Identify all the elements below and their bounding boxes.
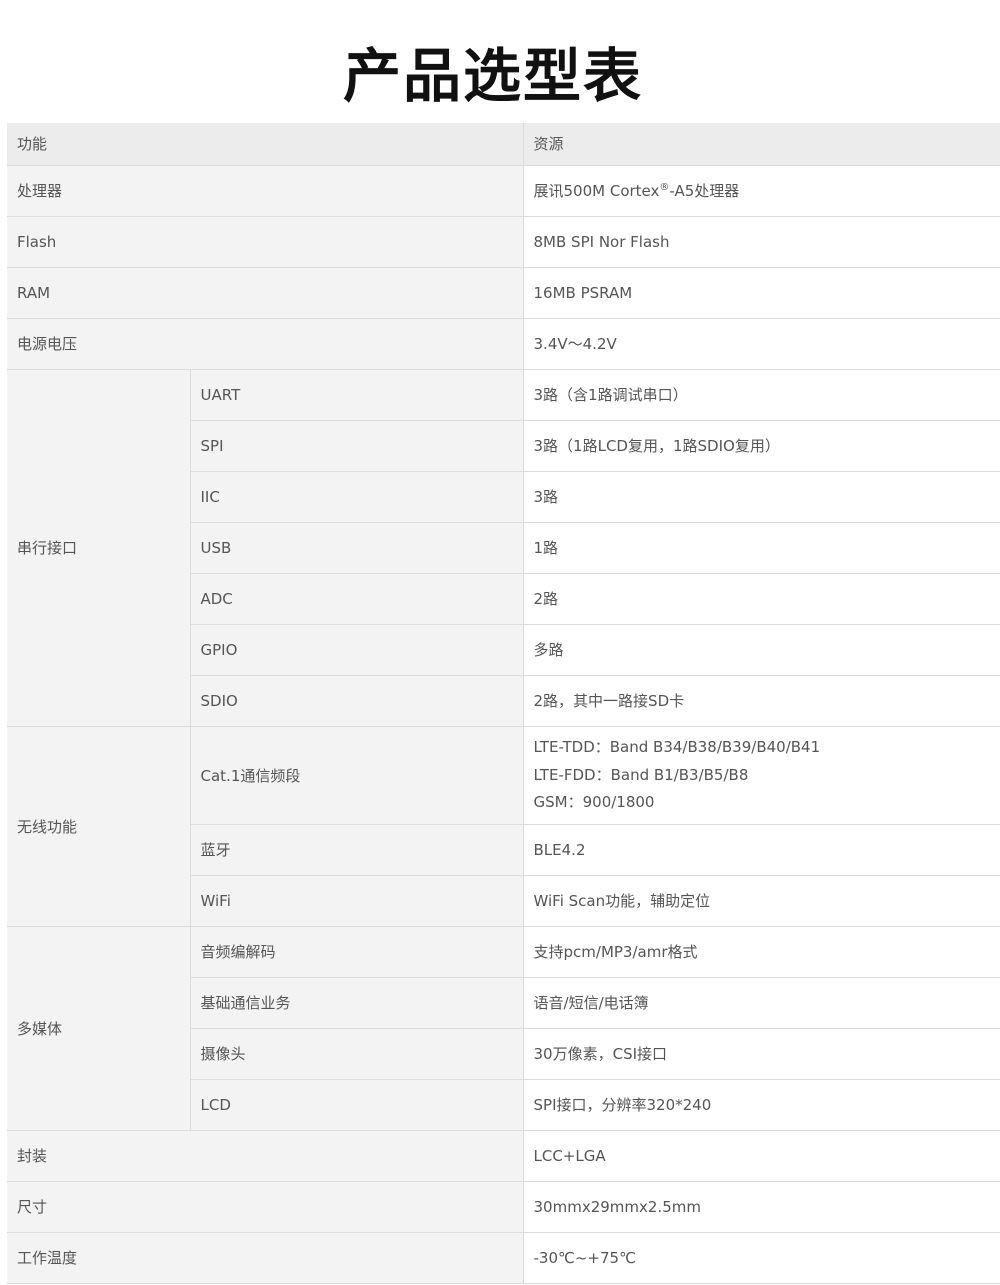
sub-value-iic: 3路 (523, 471, 1000, 523)
row-label-voltage: 电源电压 (7, 318, 524, 370)
group-label-multimedia: 多媒体 (7, 926, 191, 1131)
sub-label-sdio: SDIO (190, 675, 524, 727)
table-row: 串行接口 UART 3路（含1路调试串口） (7, 369, 1000, 727)
table-row: 电源电压 3.4V～4.2V (7, 318, 1000, 370)
sub-label-adc: ADC (190, 573, 524, 625)
row-label-package: 封装 (7, 1130, 524, 1182)
table-header-row: 功能 资源 (7, 123, 1000, 166)
sub-label-usb: USB (190, 522, 524, 574)
sub-label-wifi: WiFi (190, 875, 524, 927)
header-function: 功能 (7, 123, 524, 166)
sub-label-camera: 摄像头 (190, 1028, 524, 1080)
row-value-package: LCC+LGA (523, 1130, 1000, 1182)
sub-label-spi: SPI (190, 420, 524, 472)
row-label-ram: RAM (7, 267, 524, 319)
sub-label-audio: 音频编解码 (190, 926, 524, 978)
sub-value-spi: 3路（1路LCD复用，1路SDIO复用） (523, 420, 1000, 472)
sub-value-audio: 支持pcm/MP3/amr格式 (523, 926, 1000, 978)
sub-label-comm: 基础通信业务 (190, 977, 524, 1029)
row-value-temp: -30℃~+75℃ (523, 1232, 1000, 1284)
sub-value-sdio: 2路，其中一路接SD卡 (523, 675, 1000, 727)
table-row: RAM 16MB PSRAM (7, 267, 1000, 319)
row-value-cpu: 展讯500M Cortex®-A5处理器 (523, 165, 1000, 217)
sub-label-cat1: Cat.1通信频段 (190, 726, 524, 825)
row-value-ram: 16MB PSRAM (523, 267, 1000, 319)
table-row: 工作温度 -30℃~+75℃ (7, 1232, 1000, 1284)
cpu-value-sup: ® (659, 182, 670, 193)
row-value-flash: 8MB SPI Nor Flash (523, 216, 1000, 268)
cpu-value-text: 展讯500M Cortex (533, 182, 660, 200)
cat1-line: GSM：900/1800 (533, 793, 655, 812)
sub-value-comm: 语音/短信/电话簿 (523, 977, 1000, 1029)
sub-value-gpio: 多路 (523, 624, 1000, 676)
table-row: 尺寸 30mmx29mmx2.5mm (7, 1181, 1000, 1233)
cat1-line: LTE-TDD：Band B34/B38/B39/B40/B41 (533, 738, 821, 757)
sub-value-camera: 30万像素，CSI接口 (523, 1028, 1000, 1080)
sub-value-uart: 3路（含1路调试串口） (523, 369, 1000, 421)
cat1-line: LTE-FDD：Band B1/B3/B5/B8 (533, 765, 749, 784)
row-label-flash: Flash (7, 216, 524, 268)
cpu-value-suffix: -A5处理器 (669, 182, 740, 200)
row-label-cpu: 处理器 (7, 165, 524, 217)
row-value-size: 30mmx29mmx2.5mm (523, 1181, 1000, 1233)
row-label-temp: 工作温度 (7, 1232, 524, 1284)
sub-label-bluetooth: 蓝牙 (190, 824, 524, 876)
spec-table: 功能 资源 处理器 展讯500M Cortex®-A5处理器 Flash 8MB… (7, 123, 1000, 1284)
row-value-voltage: 3.4V～4.2V (523, 318, 1000, 370)
header-resource: 资源 (523, 123, 1000, 166)
sub-label-iic: IIC (190, 471, 524, 523)
table-row: 封装 LCC+LGA (7, 1130, 1000, 1182)
row-label-size: 尺寸 (7, 1181, 524, 1233)
page-title: 产品选型表 (342, 42, 643, 110)
sub-value-bluetooth: BLE4.2 (523, 824, 1000, 876)
table-row: Flash 8MB SPI Nor Flash (7, 216, 1000, 268)
sub-value-lcd: SPI接口，分辨率320*240 (523, 1079, 1000, 1131)
sub-value-adc: 2路 (523, 573, 1000, 625)
table-row: 无线功能 Cat.1通信频段 LTE-TDD：Band B34/B38/B39/… (7, 726, 1000, 927)
table-row: 多媒体 音频编解码 支持pcm/MP3/amr格式 (7, 926, 1000, 1131)
table-row: 处理器 展讯500M Cortex®-A5处理器 (7, 165, 1000, 217)
group-label-serial: 串行接口 (7, 369, 191, 727)
sub-label-lcd: LCD (190, 1079, 524, 1131)
sub-value-cat1: LTE-TDD：Band B34/B38/B39/B40/B41 LTE-FDD… (523, 726, 1000, 825)
sub-label-gpio: GPIO (190, 624, 524, 676)
group-label-wireless: 无线功能 (7, 726, 191, 927)
sub-value-wifi: WiFi Scan功能，辅助定位 (523, 875, 1000, 927)
sub-value-usb: 1路 (523, 522, 1000, 574)
sub-label-uart: UART (190, 369, 524, 421)
